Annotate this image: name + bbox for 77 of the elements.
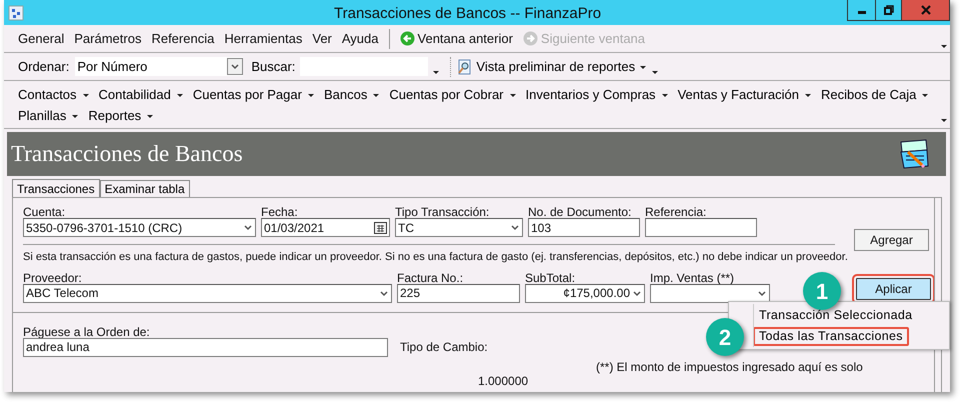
tab[interactable]: Transacciones: [12, 179, 100, 198]
caret-icon: [176, 92, 184, 98]
caret-icon: [306, 92, 315, 98]
module-menu[interactable]: Reportes: [88, 107, 154, 124]
report-preview-button[interactable]: Vista preliminar de reportes: [457, 56, 648, 76]
menu-item[interactable]: Herramientas: [224, 28, 302, 48]
restore-icon: [884, 5, 894, 15]
module-menu[interactable]: Ventas y Facturación: [678, 86, 812, 103]
page-title: Transacciones de Bancos: [11, 140, 243, 168]
window-title: Transacciones de Bancos -- FinanzaPro: [334, 4, 602, 24]
menu-item[interactable]: Ayuda: [342, 28, 379, 48]
chevron-down-icon: [632, 288, 642, 298]
module-menu[interactable]: Inventarios y Compras: [526, 86, 669, 103]
exchange-rate-value: 1.000000: [478, 373, 528, 390]
dropdown-field[interactable]: [650, 284, 770, 302]
notebook-pencil-icon: [898, 138, 930, 170]
field-label: Factura No.:: [397, 270, 464, 284]
sort-label: Ordenar:: [18, 58, 70, 76]
module-menu[interactable]: Bancos: [324, 86, 380, 103]
field-label: No. de Documento:: [528, 204, 632, 218]
dropdown-field[interactable]: ¢175,000.00: [525, 284, 645, 302]
menu-item[interactable]: Parámetros: [74, 28, 142, 48]
caret-icon: [508, 92, 516, 98]
menu-item[interactable]: General: [18, 28, 64, 48]
previous-window-button[interactable]: Ventana anterior: [400, 28, 513, 48]
caret-icon: [82, 92, 90, 98]
module-menu[interactable]: Cuentas por Cobrar: [389, 86, 516, 103]
caret-icon: [660, 92, 669, 98]
field-label: Proveedor:: [23, 270, 83, 284]
tab[interactable]: Examinar tabla: [100, 180, 190, 197]
module-menu[interactable]: Planillas: [18, 107, 80, 124]
module-menu[interactable]: Cuentas por Pagar: [192, 86, 315, 103]
caret-icon: [804, 92, 812, 98]
footnote-text: (**) El monto de impuestos ingresado aquí es solo: [596, 359, 863, 376]
menu-item[interactable]: Ver: [312, 28, 332, 48]
field-label: Páguese a la Orden de:: [23, 324, 151, 338]
magnifier-page-icon: [457, 58, 472, 74]
chevron-down-icon: [757, 288, 767, 298]
field-label: Tipo Transacción:: [395, 204, 490, 218]
field-label: Fecha:: [261, 204, 299, 218]
input-field[interactable]: andrea luna: [23, 338, 388, 356]
overflow-caret-icon[interactable]: [940, 117, 948, 123]
search-label: Buscar:: [251, 58, 296, 76]
add-button[interactable]: Agregar: [854, 229, 929, 251]
caret-icon: [146, 112, 154, 118]
input-field[interactable]: 103: [528, 218, 640, 237]
caret-icon: [921, 92, 930, 98]
close-icon: [920, 5, 930, 15]
dropdown-field[interactable]: TC: [395, 218, 523, 237]
menu-item[interactable]: Referencia: [151, 28, 214, 48]
chevron-down-icon: [379, 288, 389, 298]
chevron-down-icon: [510, 223, 520, 232]
field-label: Cuenta:: [23, 204, 66, 218]
menu-item[interactable]: Todas las Transacciones: [753, 327, 909, 346]
module-menu[interactable]: Recibos de Caja: [820, 86, 930, 103]
close-button[interactable]: [902, 0, 949, 20]
field-label: Tipo de Cambio:: [400, 338, 488, 356]
field-label: Referencia:: [645, 204, 708, 218]
info-text: Si esta transacción es una factura de gastos, puede indicar un proveedor. Si no es una factura de gasto (ej. transferencias, depósitos, etc.) no debe indicar un proveedor.: [23, 250, 848, 265]
field-label: Imp. Ventas (**): [650, 270, 736, 284]
overflow-caret-icon[interactable]: [940, 43, 948, 49]
field-label: SubTotal:: [525, 270, 576, 284]
app-icon: [8, 4, 24, 20]
input-field[interactable]: [645, 218, 757, 237]
dropdown-field[interactable]: 5350-0796-3701-1510 (CRC): [23, 218, 256, 237]
date-field[interactable]: 01/03/2021: [261, 218, 390, 237]
calendar-icon: [374, 222, 387, 234]
module-menu[interactable]: Contactos: [18, 86, 90, 103]
module-menu[interactable]: Contabilidad: [98, 86, 184, 103]
chevron-down-icon[interactable]: [230, 62, 240, 71]
input-field[interactable]: 225: [397, 284, 520, 302]
caret-icon[interactable]: [432, 68, 440, 74]
chevron-down-icon: [243, 223, 253, 232]
caret-icon: [71, 112, 80, 118]
caret-icon: [372, 92, 380, 98]
sort-dropdown[interactable]: Por Número: [75, 57, 244, 76]
dropdown-field[interactable]: ABC Telecom: [23, 284, 392, 302]
